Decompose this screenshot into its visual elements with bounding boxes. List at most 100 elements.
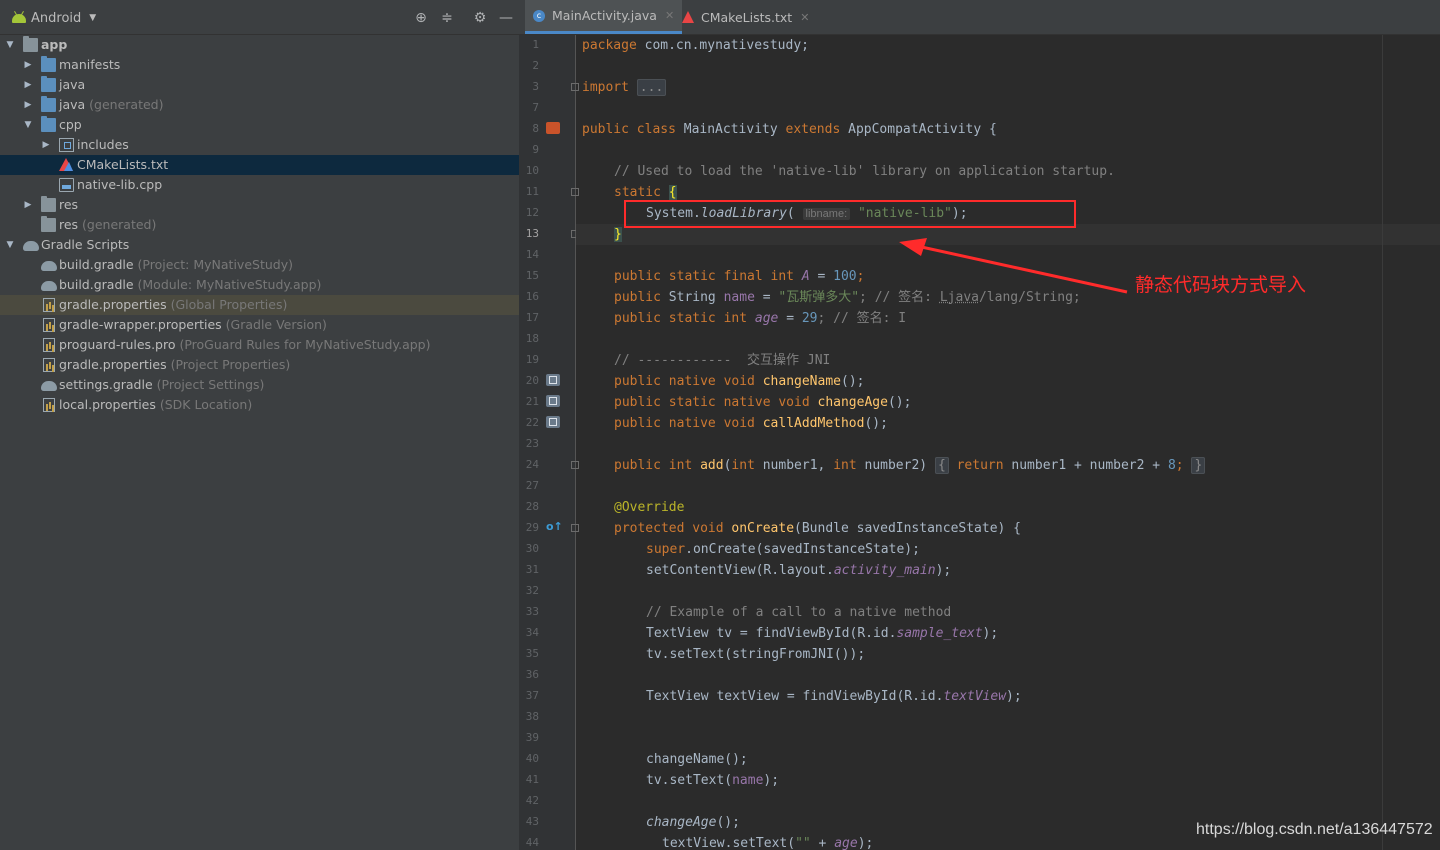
tree-item-proguard-rules[interactable]: proguard-rules.pro (ProGuard Rules for M… [0, 335, 519, 355]
cmake-icon [59, 158, 73, 171]
expand-arrow-icon[interactable]: ▼ [4, 35, 16, 55]
tree-item-cmakelists[interactable]: CMakeLists.txt [0, 155, 519, 175]
line-number: 16 [525, 290, 539, 303]
line-number: 23 [525, 437, 539, 450]
code-editor[interactable]: package com.cn.mynativestudy; import ...… [576, 35, 1440, 850]
tab-cmakelists[interactable]: CMakeLists.txt ✕ [674, 0, 817, 34]
tree-item-label: res [59, 197, 79, 212]
code-line: public static final int A = 100; [614, 269, 865, 284]
properties-file-icon [43, 398, 55, 412]
tree-item-extra: (SDK Location) [155, 397, 253, 412]
line-number: 7 [532, 101, 539, 114]
line-number: 37 [525, 689, 539, 702]
chevron-down-icon: ▼ [89, 13, 97, 23]
folded-imports[interactable]: ... [636, 79, 667, 96]
gradle-icon [41, 381, 57, 391]
line-number: 2 [532, 59, 539, 72]
tree-item-res-generated[interactable]: res (generated) [0, 215, 519, 235]
tree-item-label: Gradle Scripts [41, 237, 130, 252]
generated-folder-icon [41, 96, 56, 112]
tree-item-manifests[interactable]: ▶ manifests [0, 55, 519, 75]
tree-item-app[interactable]: ▼ app [0, 35, 519, 55]
cmake-icon [682, 11, 694, 23]
tree-item-label: native-lib.cpp [77, 177, 163, 192]
native-method-icon[interactable] [546, 395, 560, 407]
line-number: 15 [525, 269, 539, 282]
tree-item-settings-gradle[interactable]: settings.gradle (Project Settings) [0, 375, 519, 395]
gradle-icon [41, 281, 57, 291]
expand-arrow-icon[interactable]: ▶ [22, 75, 34, 95]
tree-item-extra: (generated) [78, 217, 157, 232]
editor-tab-bar: c MainActivity.java ✕ CMakeLists.txt ✕ [519, 0, 1440, 35]
code-line: public native void changeName(); [614, 374, 865, 389]
tree-item-includes[interactable]: ▶ includes [0, 135, 519, 155]
line-number: 27 [525, 479, 539, 492]
code-line: public class MainActivity extends AppCom… [582, 122, 997, 137]
line-number: 3 [532, 80, 539, 93]
folder-icon [41, 76, 56, 92]
hide-panel-icon[interactable]: — [498, 10, 514, 26]
code-line: changeName(); [646, 752, 748, 767]
tree-item-label: build.gradle [59, 277, 134, 292]
right-margin-guide [1382, 35, 1383, 850]
tree-item-label: gradle.properties [59, 297, 167, 312]
line-number: 39 [525, 731, 539, 744]
tree-item-gradle-properties-project[interactable]: gradle.properties (Project Properties) [0, 355, 519, 375]
tab-label: MainActivity.java [552, 8, 657, 23]
tree-item-build-gradle-module[interactable]: build.gradle (Module: MyNativeStudy.app) [0, 275, 519, 295]
tree-item-label: proguard-rules.pro [59, 337, 176, 352]
tree-item-label: CMakeLists.txt [77, 157, 169, 172]
line-number: 42 [525, 794, 539, 807]
tree-item-label: build.gradle [59, 257, 134, 272]
folder-icon [41, 56, 56, 72]
code-annotation: @Override [614, 500, 685, 515]
native-method-icon[interactable] [546, 374, 560, 386]
line-number: 21 [525, 395, 539, 408]
code-line: protected void onCreate(Bundle savedInst… [614, 521, 1022, 536]
code-line: public int add(int number1, int number2)… [614, 455, 1206, 476]
tree-item-label: includes [77, 137, 129, 152]
tab-main-activity[interactable]: c MainActivity.java ✕ [525, 0, 683, 34]
tree-item-res[interactable]: ▶ res [0, 195, 519, 215]
native-method-icon[interactable] [546, 416, 560, 428]
close-icon[interactable]: ✕ [800, 11, 809, 24]
tree-item-extra: (Global Properties) [166, 297, 288, 312]
tree-item-cpp[interactable]: ▼ cpp [0, 115, 519, 135]
expand-arrow-icon[interactable]: ▶ [40, 135, 52, 155]
line-number: 35 [525, 647, 539, 660]
tree-item-native-lib[interactable]: native-lib.cpp [0, 175, 519, 195]
gear-icon[interactable]: ⚙ [472, 10, 488, 26]
tree-item-extra: (generated) [85, 97, 164, 112]
tree-item-gradle-properties-global[interactable]: gradle.properties (Global Properties) [0, 295, 519, 315]
line-number: 36 [525, 668, 539, 681]
android-icon [12, 13, 26, 23]
locate-file-icon[interactable]: ⊕ [413, 10, 429, 26]
expand-arrow-icon[interactable]: ▶ [22, 95, 34, 115]
line-number-current: 13 [525, 227, 539, 240]
line-number: 43 [525, 815, 539, 828]
tree-item-local-properties[interactable]: local.properties (SDK Location) [0, 395, 519, 415]
expand-arrow-icon[interactable]: ▶ [22, 195, 34, 215]
line-number: 32 [525, 584, 539, 597]
expand-arrow-icon[interactable]: ▼ [4, 235, 16, 255]
project-view-selector[interactable]: Android ▼ [12, 10, 96, 26]
tree-item-gradle-wrapper-properties[interactable]: gradle-wrapper.properties (Gradle Versio… [0, 315, 519, 335]
watermark: https://blog.csdn.net/a136447572 [1196, 821, 1433, 838]
editor-gutter: 1 2 3 7 8 9 10 11 12 13 14 15 16 17 18 1… [519, 35, 579, 850]
cmake-link-icon[interactable] [546, 122, 560, 134]
tree-item-java[interactable]: ▶ java [0, 75, 519, 95]
collapse-all-icon[interactable]: ≑ [439, 10, 455, 26]
expand-arrow-icon[interactable]: ▶ [22, 55, 34, 75]
line-number: 28 [525, 500, 539, 513]
close-icon[interactable]: ✕ [665, 9, 674, 22]
override-method-icon[interactable]: o↑ [546, 521, 563, 533]
tree-item-build-gradle-project[interactable]: build.gradle (Project: MyNativeStudy) [0, 255, 519, 275]
expand-arrow-icon[interactable]: ▼ [22, 115, 34, 135]
code-line: textView.setText("" + age); [662, 836, 874, 850]
module-folder-icon [23, 36, 38, 52]
tree-item-java-generated[interactable]: ▶ java (generated) [0, 95, 519, 115]
line-number: 20 [525, 374, 539, 387]
properties-file-icon [43, 358, 55, 372]
code-line: super.onCreate(savedInstanceState); [646, 542, 920, 557]
tree-item-gradle-scripts[interactable]: ▼ Gradle Scripts [0, 235, 519, 255]
